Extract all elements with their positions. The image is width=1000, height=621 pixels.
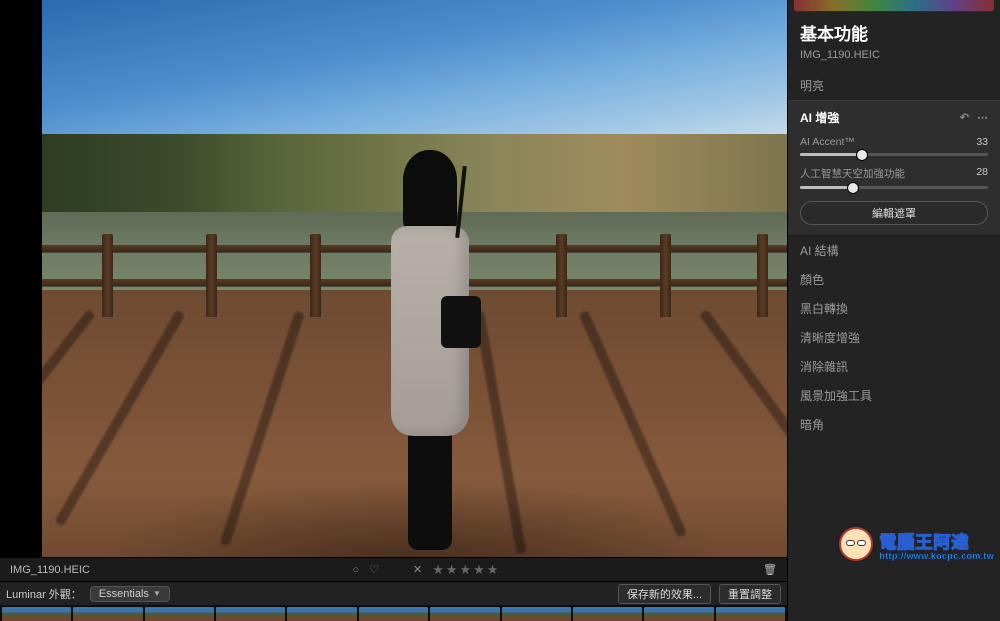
section-color[interactable]: 顏色 [788,265,1000,294]
histogram[interactable] [794,0,994,12]
slider-track[interactable] [800,153,988,156]
slider-label: 人工智慧天空加強功能 [800,166,905,181]
heart-icon[interactable]: ♡ [369,563,379,576]
sidebar-title: 基本功能 [788,20,1000,49]
section-clarity[interactable]: 清晰度增強 [788,323,1000,352]
section-bw[interactable]: 黑白轉換 [788,294,1000,323]
chevron-down-icon: ▼ [153,589,161,598]
save-effect-button[interactable]: 保存新的效果... [618,584,711,604]
more-icon[interactable]: ⋯ [977,111,988,124]
slider-value: 33 [976,136,988,148]
flag-icon[interactable]: ○ [352,564,359,576]
footer-filename: IMG_1190.HEIC [10,564,90,576]
footer-looks-bar: Luminar 外觀： Essentials ▼ 保存新的效果... 重置調整 [0,581,787,605]
trash-icon[interactable]: 🗑 [763,563,777,576]
thumbnail-strip[interactable] [0,605,787,621]
edit-mask-button[interactable]: 編輯遮罩 [800,201,988,225]
sidebar-filename: IMG_1190.HEIC [788,49,1000,71]
editor-left: IMG_1190.HEIC ○ ♡ ✕ ★★★★★ 🗑 Luminar 外觀： … [0,0,787,621]
rating-stars[interactable]: ★★★★★ [432,562,500,578]
slider-accent[interactable]: AI Accent™ 33 [800,136,988,156]
photo-painting [42,0,787,557]
look-preset-dropdown[interactable]: Essentials ▼ [90,586,170,602]
section-vignette[interactable]: 暗角 [788,410,1000,439]
look-label: Luminar 外觀： [6,586,82,602]
app-root: IMG_1190.HEIC ○ ♡ ✕ ★★★★★ 🗑 Luminar 外觀： … [0,0,1000,621]
look-preset-value: Essentials [99,588,149,600]
slider-label: AI Accent™ [800,136,855,148]
section-light[interactable]: 明亮 [788,71,1000,100]
image-canvas[interactable] [0,0,787,557]
edit-sidebar: 基本功能 IMG_1190.HEIC 明亮 AI 增強 ↶ ⋯ AI Accen… [787,0,1000,621]
slider-value: 28 [976,166,988,181]
slider-knob[interactable] [857,150,867,160]
reject-icon[interactable]: ✕ [413,563,422,576]
slider-knob[interactable] [848,183,858,193]
section-denoise[interactable]: 消除雜訊 [788,352,1000,381]
ai-enhance-panel: AI 增強 ↶ ⋯ AI Accent™ 33 人工智慧天空加強功能 28 編輯遮罩 [788,100,1000,236]
footer-info-bar: IMG_1190.HEIC ○ ♡ ✕ ★★★★★ 🗑 [0,557,787,581]
undo-icon[interactable]: ↶ [960,111,969,124]
reset-button[interactable]: 重置調整 [719,584,781,604]
ai-panel-title: AI 增強 [800,109,839,126]
section-ai-structure[interactable]: AI 結構 [788,236,1000,265]
section-landscape[interactable]: 風景加強工具 [788,381,1000,410]
slider-sky[interactable]: 人工智慧天空加強功能 28 [800,166,988,189]
slider-track[interactable] [800,186,988,189]
